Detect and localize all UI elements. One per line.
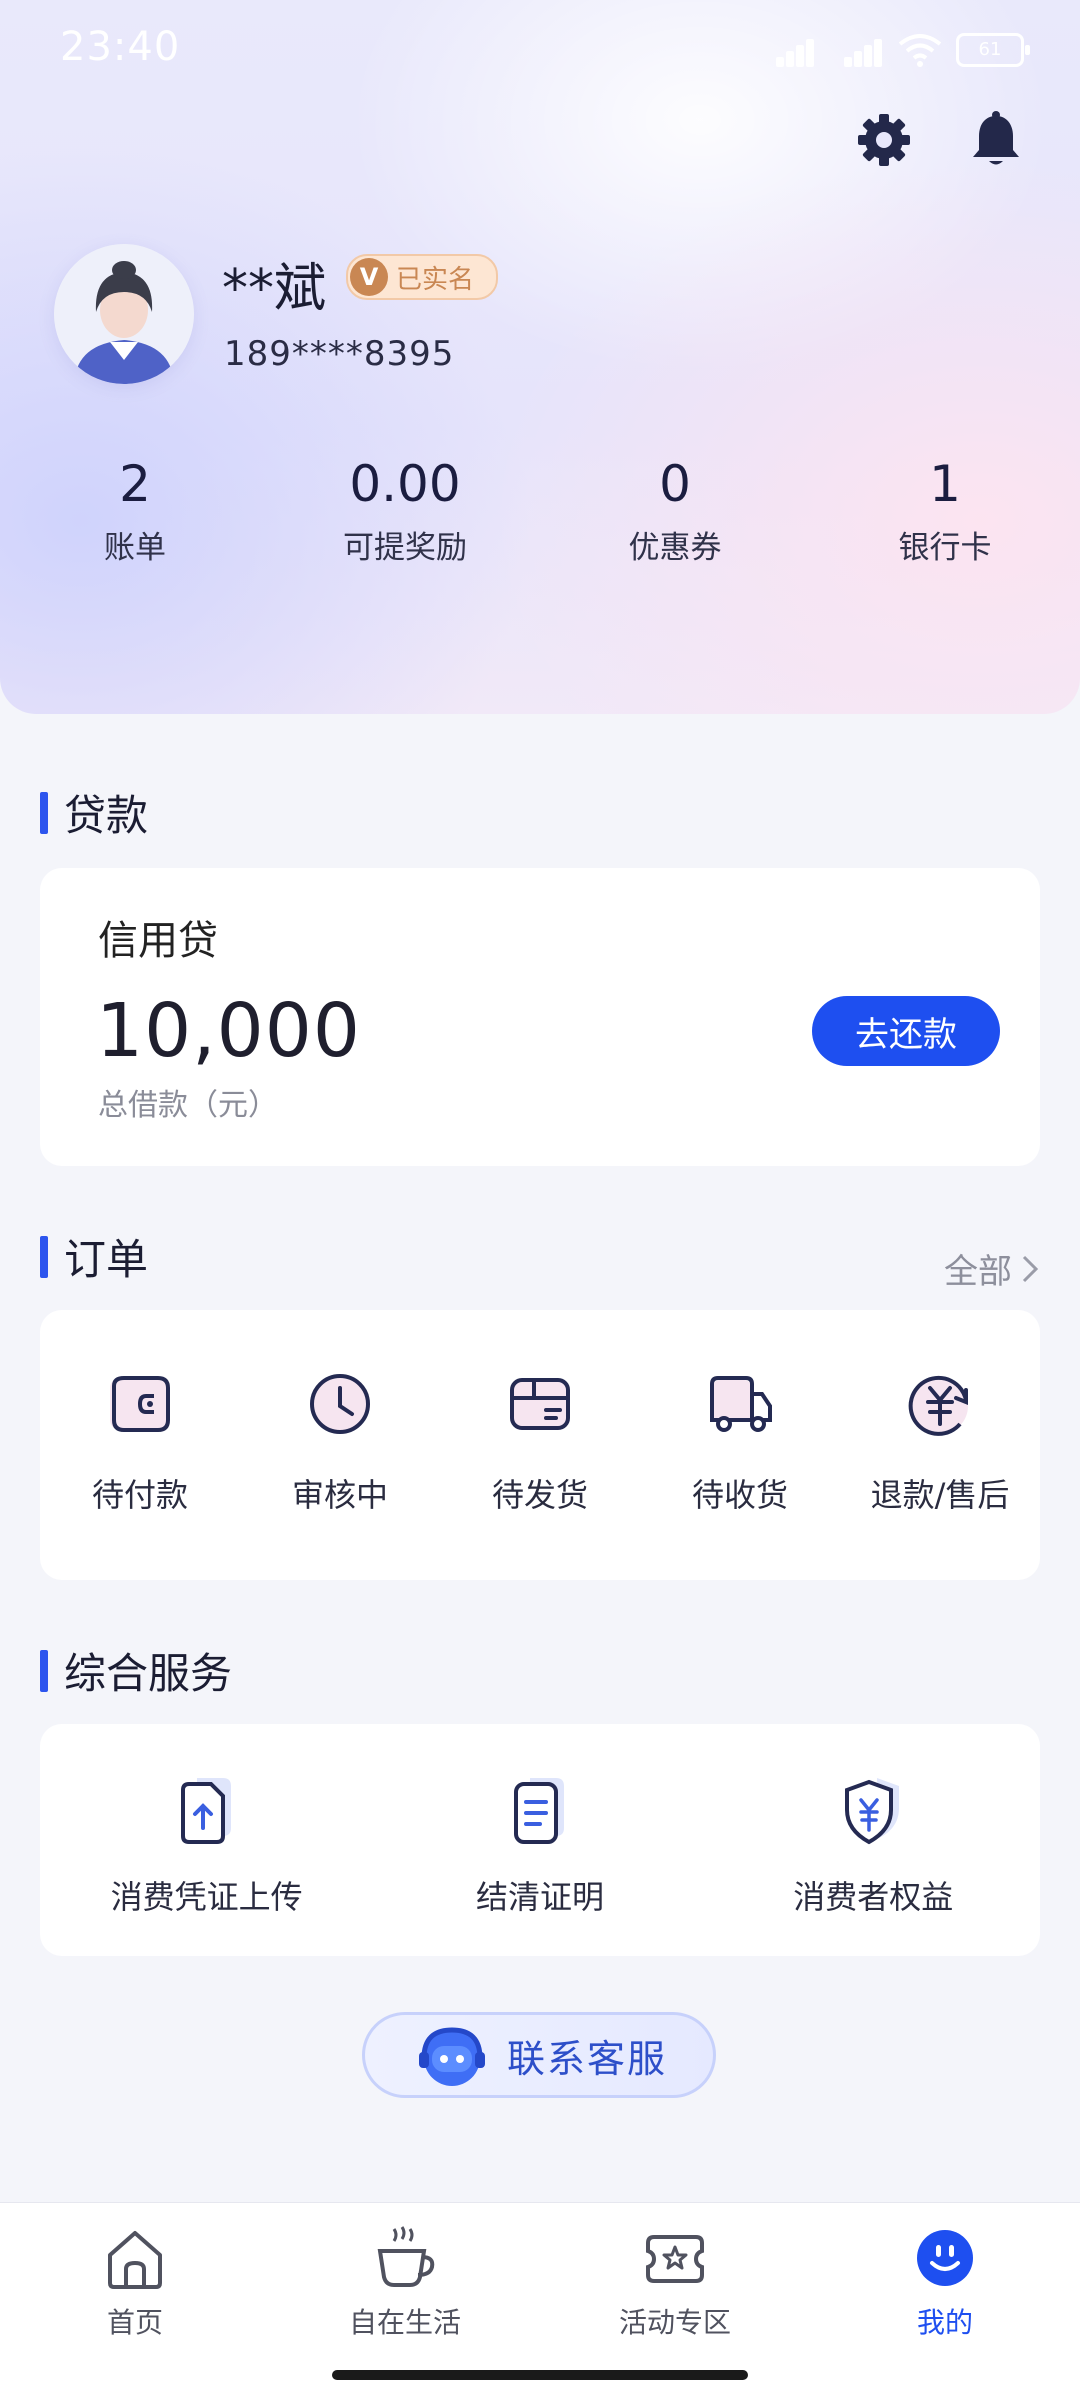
tab-label: 自在生活: [348, 2306, 461, 2339]
stat-coupons[interactable]: 0 优惠券: [540, 452, 810, 567]
order-refund-aftersale[interactable]: 退款/售后: [840, 1364, 1040, 1516]
stat-label: 银行卡: [898, 530, 992, 566]
home-indicator: [332, 2370, 748, 2380]
user-name: **斌: [222, 259, 327, 319]
chevron-right-icon: [1022, 1255, 1039, 1282]
account-stats: 2 账单 0.00 可提奖励 0 优惠券 1 银行卡: [0, 452, 1080, 567]
loan-section-title: 贷款: [40, 782, 148, 843]
tab-mine[interactable]: 我的: [810, 2203, 1080, 2400]
section-accent-bar: [40, 791, 48, 834]
tab-label: 首页: [106, 2306, 163, 2339]
order-item-label: 待收货: [691, 1476, 788, 1514]
robot-agent-icon: [419, 2027, 485, 2086]
notifications-button[interactable]: [964, 108, 1028, 172]
service-label: 消费者权益: [793, 1878, 954, 1916]
status-icons: 61: [762, 30, 1030, 70]
shield-yuan-icon: [845, 1778, 900, 1845]
truck-icon: [710, 1376, 772, 1432]
gear-icon: [858, 114, 910, 166]
refund-icon: [908, 1375, 968, 1436]
package-icon: [510, 1378, 570, 1430]
section-accent-bar: [40, 1235, 48, 1278]
status-bar: 23:40 61: [0, 0, 1080, 100]
loan-amount-caption: 总借款（元）: [98, 1088, 278, 1123]
loan-section-title-text: 贷款: [64, 791, 149, 840]
smiley-icon: [917, 2230, 973, 2286]
stat-bank-cards[interactable]: 1 银行卡: [810, 452, 1080, 567]
ticket-star-icon: [646, 2235, 704, 2283]
service-label: 结清证明: [475, 1878, 604, 1916]
service-label: 消费凭证上传: [110, 1878, 303, 1916]
avatar[interactable]: [54, 244, 194, 384]
coffee-cup-icon: [377, 2226, 435, 2287]
tab-label: 我的: [916, 2306, 973, 2339]
order-item-label: 待付款: [91, 1476, 188, 1514]
services-section-title-text: 综合服务: [64, 1649, 233, 1698]
service-consumer-rights[interactable]: 消费者权益: [723, 1770, 1023, 1918]
stat-value: 1: [929, 455, 961, 513]
order-to-ship[interactable]: 待发货: [440, 1364, 640, 1516]
loan-product-name: 信用贷: [98, 918, 218, 964]
tab-label: 活动专区: [618, 2306, 731, 2339]
verified-badge: V 已实名: [346, 254, 499, 300]
order-under-review[interactable]: 审核中: [240, 1364, 440, 1516]
stat-label: 可提奖励: [343, 530, 467, 566]
loan-amount: 10,000: [96, 988, 361, 1074]
stat-label: 账单: [104, 530, 166, 566]
order-item-label: 待发货: [491, 1476, 588, 1514]
orders-section-title: 订单: [40, 1226, 148, 1287]
status-time: 23:40: [60, 24, 181, 70]
all-orders-label: 全部: [944, 1252, 1012, 1292]
repay-button[interactable]: 去还款: [812, 996, 1000, 1066]
order-item-label: 退款/售后: [870, 1476, 1010, 1514]
all-orders-link[interactable]: 全部: [944, 1244, 1040, 1293]
services-card: 消费凭证上传 结清证明 消费者权益: [40, 1724, 1040, 1956]
order-to-receive[interactable]: 待收货: [640, 1364, 840, 1516]
bell-icon: [973, 111, 1019, 165]
order-pending-payment[interactable]: 待付款: [40, 1364, 240, 1516]
verified-label: 已实名: [396, 264, 475, 295]
contact-customer-service-label: 联系客服: [507, 2036, 668, 2081]
home-icon: [108, 2231, 162, 2289]
tab-home[interactable]: 首页: [0, 2203, 270, 2400]
signal-icon: [830, 33, 884, 67]
screen: 23:40 61 **斌 V 已实名 189****8395 2 账单 0.00…: [0, 0, 1080, 2400]
stat-rewards[interactable]: 0.00 可提奖励: [270, 452, 540, 567]
section-accent-bar: [40, 1649, 48, 1692]
loan-card[interactable]: 信用贷 10,000 总借款（元） 去还款: [40, 868, 1040, 1166]
orders-card: 待付款 审核中 待发货 待收货 退款/售后: [40, 1310, 1040, 1580]
service-settlement-certificate[interactable]: 结清证明: [390, 1770, 690, 1918]
order-item-label: 审核中: [291, 1476, 388, 1514]
wallet-icon: [110, 1376, 170, 1432]
contact-customer-service-button[interactable]: 联系客服: [362, 2012, 716, 2098]
settings-button[interactable]: [852, 108, 916, 172]
battery-icon: 61: [956, 33, 1030, 67]
wifi-icon: [898, 34, 942, 67]
upload-document-icon: [180, 1778, 231, 1844]
user-phone: 189****8395: [224, 334, 455, 374]
verified-v-icon: V: [350, 258, 388, 296]
stat-value: 0.00: [349, 455, 461, 513]
stat-label: 优惠券: [628, 530, 722, 566]
stat-value: 2: [119, 455, 151, 513]
signal-icon: [762, 33, 816, 67]
services-section-title: 综合服务: [40, 1640, 232, 1701]
avatar-person-icon: [54, 244, 194, 384]
top-actions: [852, 108, 1028, 172]
orders-section-title-text: 订单: [64, 1235, 149, 1284]
clock-icon: [310, 1374, 370, 1434]
stat-bills[interactable]: 2 账单: [0, 452, 270, 567]
stat-value: 0: [659, 455, 691, 513]
certificate-icon: [513, 1778, 564, 1844]
service-upload-receipt[interactable]: 消费凭证上传: [57, 1770, 357, 1918]
